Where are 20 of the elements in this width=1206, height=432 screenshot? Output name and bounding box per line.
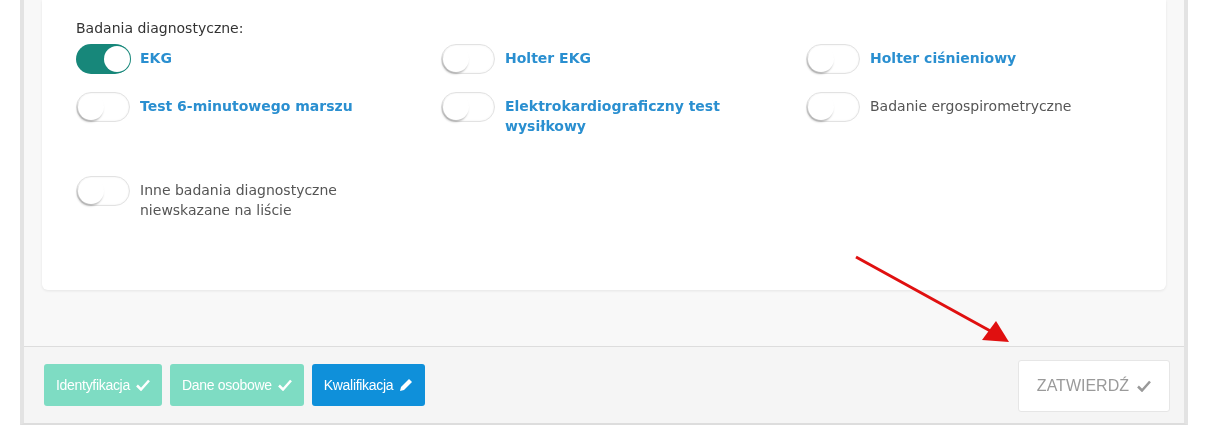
link[interactable]: Test 6-minutowego marszu xyxy=(140,92,353,116)
link[interactable]: EKG xyxy=(140,44,172,68)
link[interactable]: Elektrokardiograficzny test wysiłkowy xyxy=(505,92,775,136)
check-icon xyxy=(277,379,292,391)
toggle-switch[interactable] xyxy=(441,92,495,122)
toggle-switch[interactable] xyxy=(76,44,130,74)
check-icon xyxy=(1137,380,1151,392)
toggle-switch[interactable] xyxy=(76,92,130,122)
toggle-label: Badanie ergospirometryczne xyxy=(870,97,1072,116)
link[interactable]: Holter ciśnieniowy xyxy=(870,44,1017,68)
toggle-label: Inne badania diagnostyczne niewskazane na liście xyxy=(140,181,338,220)
step-button[interactable]: Kwalifikacja xyxy=(311,364,426,406)
toggle-switch[interactable] xyxy=(806,92,860,122)
toggle-switch[interactable] xyxy=(441,44,495,74)
check-icon xyxy=(135,379,150,391)
link[interactable]: Holter EKG xyxy=(505,44,591,68)
pencil-icon xyxy=(399,378,414,392)
section-title: Badania diagnostyczne: xyxy=(76,20,245,36)
toggle-switch[interactable] xyxy=(806,44,860,74)
toggle-switch[interactable] xyxy=(76,176,130,206)
